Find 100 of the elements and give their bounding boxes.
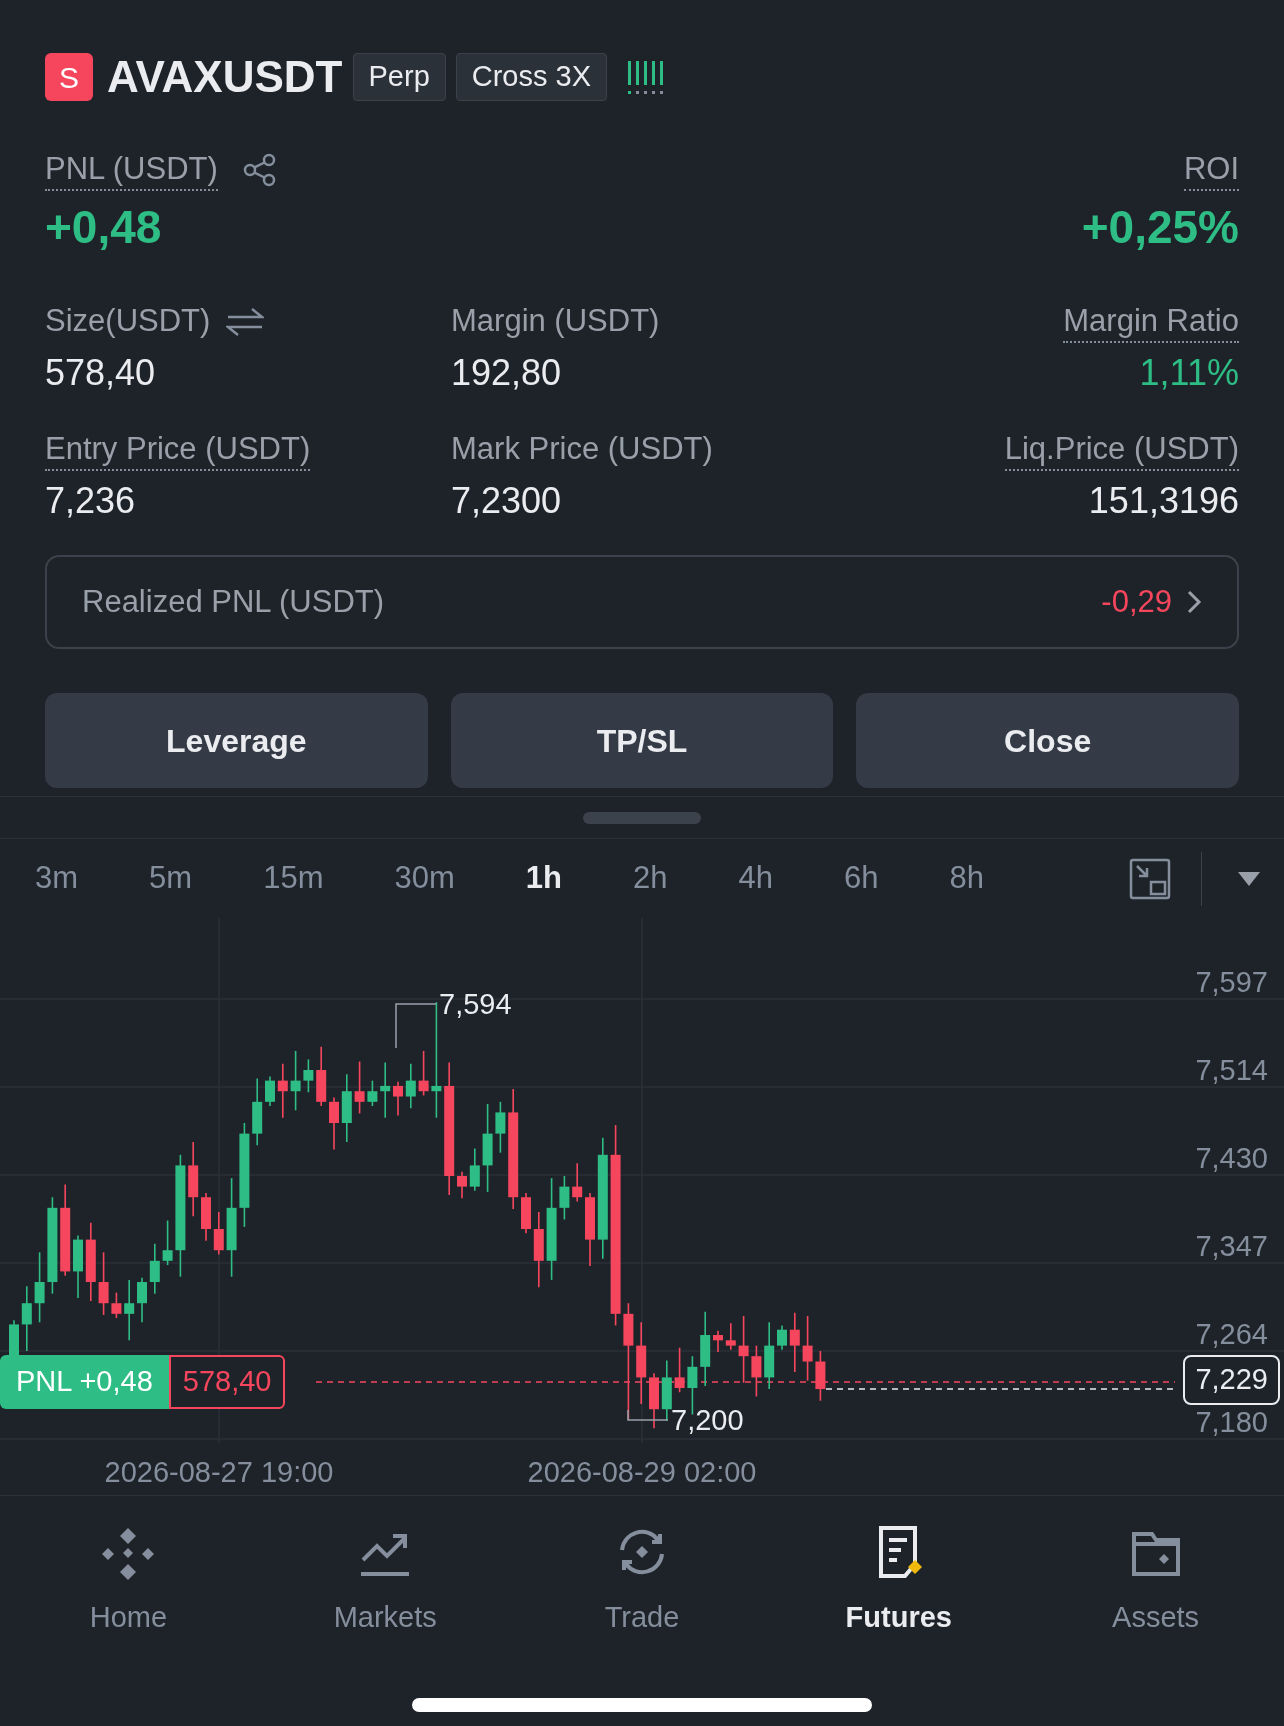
price-axis-label: 7,180 xyxy=(1195,1405,1268,1439)
candle xyxy=(98,1251,109,1316)
stat-value: 7,2300 xyxy=(451,479,562,523)
chevron-right-icon xyxy=(1186,589,1202,615)
interval-tab[interactable]: 2h xyxy=(617,855,683,902)
candle xyxy=(649,1372,659,1430)
action-button[interactable]: TP/SL xyxy=(450,693,834,788)
leader-line xyxy=(395,1003,437,1049)
candle xyxy=(738,1315,749,1384)
candle xyxy=(137,1277,147,1324)
candle xyxy=(559,1175,570,1221)
nav-item[interactable]: Trade xyxy=(513,1520,771,1640)
interval-tab[interactable]: 3m xyxy=(20,855,94,902)
stat-label: Mark Price (USDT) xyxy=(451,430,713,468)
candle xyxy=(73,1234,83,1299)
candle xyxy=(674,1346,685,1394)
candle xyxy=(277,1062,288,1119)
candle xyxy=(725,1322,736,1351)
interval-tab[interactable]: 30m xyxy=(379,855,470,902)
candle xyxy=(201,1192,211,1242)
tag-label: Perp xyxy=(352,53,446,101)
nav-item[interactable]: Home xyxy=(0,1520,257,1640)
stat-label: Margin (USDT) xyxy=(451,302,660,340)
candle xyxy=(789,1311,800,1373)
stat-value: 1,11% xyxy=(1139,351,1239,395)
candle xyxy=(405,1062,416,1109)
candle xyxy=(290,1050,301,1112)
interval-tab[interactable]: 15m xyxy=(248,855,339,902)
candle xyxy=(162,1219,173,1266)
candle xyxy=(354,1060,365,1115)
nav-item[interactable]: Assets xyxy=(1027,1520,1284,1640)
pnl-value: +0,48 xyxy=(45,200,163,255)
candle xyxy=(149,1243,160,1295)
candle xyxy=(764,1321,775,1390)
candle xyxy=(777,1324,787,1351)
interval-tab[interactable]: 6h xyxy=(828,855,894,902)
candle xyxy=(380,1061,391,1119)
candle xyxy=(815,1350,826,1402)
candle xyxy=(457,1171,467,1200)
candle xyxy=(469,1147,480,1192)
candle xyxy=(418,1050,429,1097)
candle xyxy=(213,1211,224,1256)
candle xyxy=(265,1075,275,1107)
stat-value: 151,3196 xyxy=(1088,479,1239,523)
candle xyxy=(495,1101,506,1154)
candle xyxy=(341,1073,352,1143)
stat-label: Entry Price (USDT) xyxy=(45,429,311,471)
pnl-label: PNL (USDT) xyxy=(45,149,218,191)
dropdown-caret-icon[interactable] xyxy=(1238,871,1260,886)
swap-icon[interactable] xyxy=(226,306,265,338)
resize-icon[interactable] xyxy=(1129,857,1171,900)
candle xyxy=(521,1192,531,1235)
candle xyxy=(751,1344,762,1398)
nav-item[interactable]: Markets xyxy=(256,1520,514,1640)
candle xyxy=(111,1291,122,1319)
interval-tab[interactable]: 4h xyxy=(723,855,788,902)
leader-line xyxy=(627,1409,669,1421)
stat-label: Margin Ratio xyxy=(1063,301,1239,343)
low-price-label: 7,200 xyxy=(671,1403,744,1437)
candle xyxy=(661,1359,672,1422)
roi-value: +0,25% xyxy=(1081,200,1239,255)
time-axis-label: 2026-08-29 02:00 xyxy=(527,1455,757,1490)
stat-label: Size(USDT) xyxy=(45,302,211,340)
time-axis-label: 2026-08-27 19:00 xyxy=(104,1455,334,1490)
candle xyxy=(303,1058,314,1094)
action-button[interactable]: Close xyxy=(856,693,1239,788)
candle xyxy=(316,1045,327,1107)
candle xyxy=(252,1077,263,1147)
price-axis-label: 7,347 xyxy=(1195,1229,1268,1263)
share-icon[interactable] xyxy=(241,152,278,188)
interval-tab[interactable]: 1h xyxy=(510,855,577,902)
candle xyxy=(329,1096,339,1151)
drag-handle[interactable] xyxy=(583,811,701,824)
symbol-title: AVAXUSDT xyxy=(107,55,343,99)
position-size-tag[interactable]: 578,40 xyxy=(168,1355,286,1409)
candle xyxy=(393,1080,403,1117)
interval-tab[interactable]: 5m xyxy=(134,855,208,902)
candle xyxy=(802,1315,813,1382)
price-axis-label: 7,430 xyxy=(1195,1141,1268,1175)
high-price-label: 7,594 xyxy=(439,987,512,1021)
pnl-tag[interactable]: PNL +0,48 xyxy=(0,1355,169,1409)
stat-label: Liq.Price (USDT) xyxy=(1004,429,1239,471)
stat-value: 578,40 xyxy=(45,351,156,395)
tag-label: Cross 3X xyxy=(455,53,608,101)
candle xyxy=(124,1279,135,1342)
nav-item[interactable]: Futures xyxy=(770,1520,1028,1640)
symbol-badge: S xyxy=(45,53,93,101)
action-button[interactable]: Leverage xyxy=(45,693,428,788)
interval-tab[interactable]: 8h xyxy=(934,855,999,902)
realized-pnl-row[interactable]: Realized PNL (USDT) -0,29 xyxy=(45,555,1239,649)
stat-value: 192,80 xyxy=(451,351,562,395)
stat-value: 7,236 xyxy=(45,479,136,523)
roi-label: ROI xyxy=(1183,149,1239,191)
price-axis-label: 7,264 xyxy=(1195,1317,1268,1351)
last-price-tag: 7,229 xyxy=(1183,1355,1280,1405)
candle xyxy=(572,1162,583,1203)
candle xyxy=(713,1330,723,1353)
candle xyxy=(21,1285,32,1352)
candle xyxy=(367,1079,378,1107)
price-axis-label: 7,597 xyxy=(1195,965,1268,999)
